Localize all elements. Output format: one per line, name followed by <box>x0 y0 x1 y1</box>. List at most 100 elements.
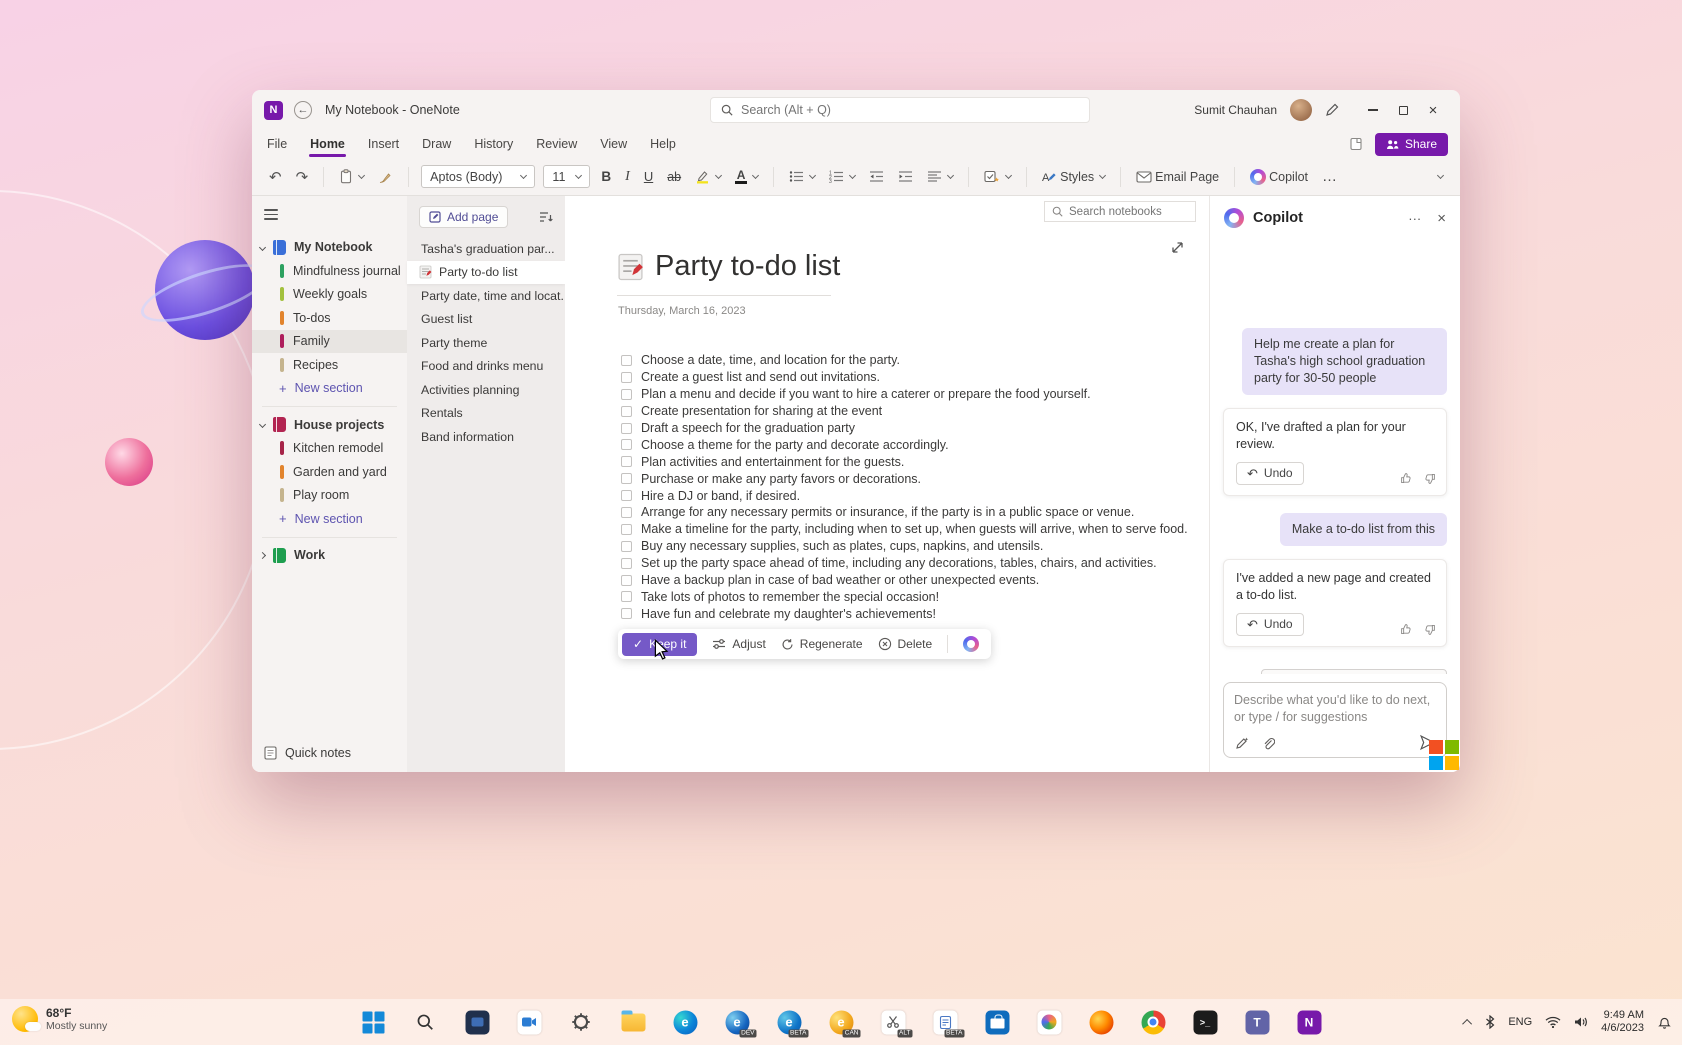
todo-checkbox[interactable] <box>621 406 632 417</box>
sidebar-section-recipes[interactable]: Recipes <box>252 353 407 377</box>
page-item[interactable]: Band information <box>407 425 565 449</box>
font-name-select[interactable]: Aptos (Body) <box>421 165 535 188</box>
notebook-house-projects[interactable]: House projects <box>252 413 407 437</box>
rewrite-pen-icon[interactable] <box>1235 736 1249 750</box>
highlight-button[interactable] <box>692 167 724 186</box>
suggestion-chip[interactable]: Reorganize to-do list by urgency <box>1261 669 1447 674</box>
teams-icon[interactable]: T <box>1245 1010 1270 1035</box>
todo-checkbox[interactable] <box>621 558 632 569</box>
sort-icon[interactable] <box>539 211 553 223</box>
chrome-icon[interactable] <box>1141 1010 1166 1035</box>
bold-button[interactable]: B <box>598 167 614 186</box>
language-indicator[interactable]: ENG <box>1508 1016 1532 1028</box>
page-item[interactable]: Activities planning <box>407 378 565 402</box>
chevron-down-icon[interactable] <box>259 421 266 428</box>
thumbs-up-icon[interactable] <box>1400 623 1413 636</box>
close-button[interactable]: × <box>1418 95 1448 125</box>
todo-checkbox[interactable] <box>621 439 632 450</box>
clock-widget[interactable]: 9:49 AM 4/6/2023 <box>1601 1009 1644 1036</box>
todo-checkbox[interactable] <box>621 389 632 400</box>
decrease-indent-button[interactable] <box>866 168 887 185</box>
todo-checkbox[interactable] <box>621 423 632 434</box>
align-button[interactable] <box>924 168 956 185</box>
menu-history[interactable]: History <box>473 135 514 153</box>
paperclip-icon[interactable] <box>1261 736 1275 750</box>
todo-checkbox[interactable] <box>621 541 632 552</box>
settings-icon[interactable] <box>569 1010 594 1035</box>
user-avatar[interactable] <box>1290 99 1312 121</box>
sidebar-section-kitchen-remodel[interactable]: Kitchen remodel <box>252 437 407 461</box>
styles-button[interactable]: A Styles <box>1039 168 1108 186</box>
collapse-ribbon-button[interactable] <box>1432 174 1446 180</box>
chat-icon[interactable] <box>517 1010 542 1035</box>
tag-button[interactable] <box>981 168 1014 186</box>
sidebar-section-weekly-goals[interactable]: Weekly goals <box>252 283 407 307</box>
bluetooth-icon[interactable] <box>1485 1015 1495 1029</box>
undo-button[interactable]: ↶ Undo <box>1236 613 1304 636</box>
notebook-work[interactable]: Work <box>252 544 407 568</box>
menu-help[interactable]: Help <box>649 135 677 153</box>
undo-button[interactable]: ↶ <box>266 166 285 188</box>
font-size-select[interactable]: 11 <box>543 165 590 188</box>
quick-notes-button[interactable]: Quick notes <box>264 746 351 760</box>
menu-file[interactable]: File <box>266 135 288 153</box>
new-section-button[interactable]: + New section <box>252 507 407 531</box>
more-commands-button[interactable]: … <box>1319 166 1341 187</box>
new-section-button[interactable]: + New section <box>252 377 407 401</box>
email-page-button[interactable]: Email Page <box>1133 168 1222 186</box>
wifi-icon[interactable] <box>1545 1016 1561 1028</box>
edge-dev-icon[interactable]: eDEV <box>725 1010 750 1035</box>
paste-button[interactable] <box>336 167 367 186</box>
terminal-icon[interactable]: >_ <box>1193 1010 1218 1035</box>
app-search-box[interactable] <box>710 97 1090 123</box>
sidebar-section-to-dos[interactable]: To-dos <box>252 306 407 330</box>
thumbs-up-icon[interactable] <box>1400 472 1413 485</box>
minimize-button[interactable] <box>1358 95 1388 125</box>
volume-icon[interactable] <box>1574 1016 1588 1028</box>
sidebar-section-play-room[interactable]: Play room <box>252 484 407 508</box>
page-title[interactable]: Party to-do list <box>617 250 840 283</box>
taskbar-search-icon[interactable] <box>413 1010 438 1035</box>
edge-beta-icon[interactable]: eBETA <box>777 1010 802 1035</box>
copilot-ribbon-button[interactable]: Copilot <box>1247 167 1311 187</box>
notebook-my-notebook[interactable]: My Notebook <box>252 236 407 260</box>
store-icon[interactable] <box>985 1010 1010 1035</box>
maximize-button[interactable] <box>1388 95 1418 125</box>
notepad-icon[interactable]: BETA <box>933 1010 958 1035</box>
close-copilot-icon[interactable]: × <box>1437 210 1446 227</box>
copilot-icon[interactable] <box>963 636 979 652</box>
notebook-search-input[interactable] <box>1069 206 1188 218</box>
media-app-icon[interactable] <box>465 1010 490 1035</box>
page-item-selected[interactable]: Party to-do list <box>407 261 565 285</box>
expand-page-icon[interactable] <box>1170 240 1185 255</box>
tray-chevron-up-icon[interactable] <box>1462 1018 1472 1028</box>
numbered-list-button[interactable]: 123 <box>826 168 858 185</box>
page-item[interactable]: Tasha's graduation par... <box>407 237 565 261</box>
edge-canary-icon[interactable]: eCAN <box>829 1010 854 1035</box>
pen-icon[interactable] <box>1325 103 1339 117</box>
page-item[interactable]: Rentals <box>407 402 565 426</box>
font-color-button[interactable]: A <box>732 168 761 186</box>
redo-button[interactable]: ↷ <box>293 166 312 188</box>
page-item[interactable]: Party theme <box>407 331 565 355</box>
italic-button[interactable]: I <box>622 167 633 187</box>
sidebar-section-family[interactable]: Family <box>252 330 407 354</box>
add-page-button[interactable]: Add page <box>419 206 508 228</box>
photos-icon[interactable] <box>1037 1010 1062 1035</box>
todo-checkbox[interactable] <box>621 456 632 467</box>
regenerate-button[interactable]: Regenerate <box>781 637 863 651</box>
format-painter-button[interactable] <box>375 168 396 186</box>
menu-view[interactable]: View <box>599 135 628 153</box>
more-options-icon[interactable]: ··· <box>1408 211 1421 226</box>
chevron-right-icon[interactable] <box>259 552 266 559</box>
todo-checkbox[interactable] <box>621 575 632 586</box>
adjust-button[interactable]: Adjust <box>712 637 765 651</box>
todo-checkbox[interactable] <box>621 524 632 535</box>
copilot-prompt-box[interactable] <box>1223 682 1447 758</box>
chevron-down-icon[interactable] <box>259 244 266 251</box>
weather-widget[interactable]: 68°F Mostly sunny <box>12 1006 107 1032</box>
menu-insert[interactable]: Insert <box>367 135 400 153</box>
back-button[interactable]: ← <box>294 101 312 119</box>
undo-button[interactable]: ↶ Undo <box>1236 462 1304 485</box>
menu-home[interactable]: Home <box>309 135 346 153</box>
